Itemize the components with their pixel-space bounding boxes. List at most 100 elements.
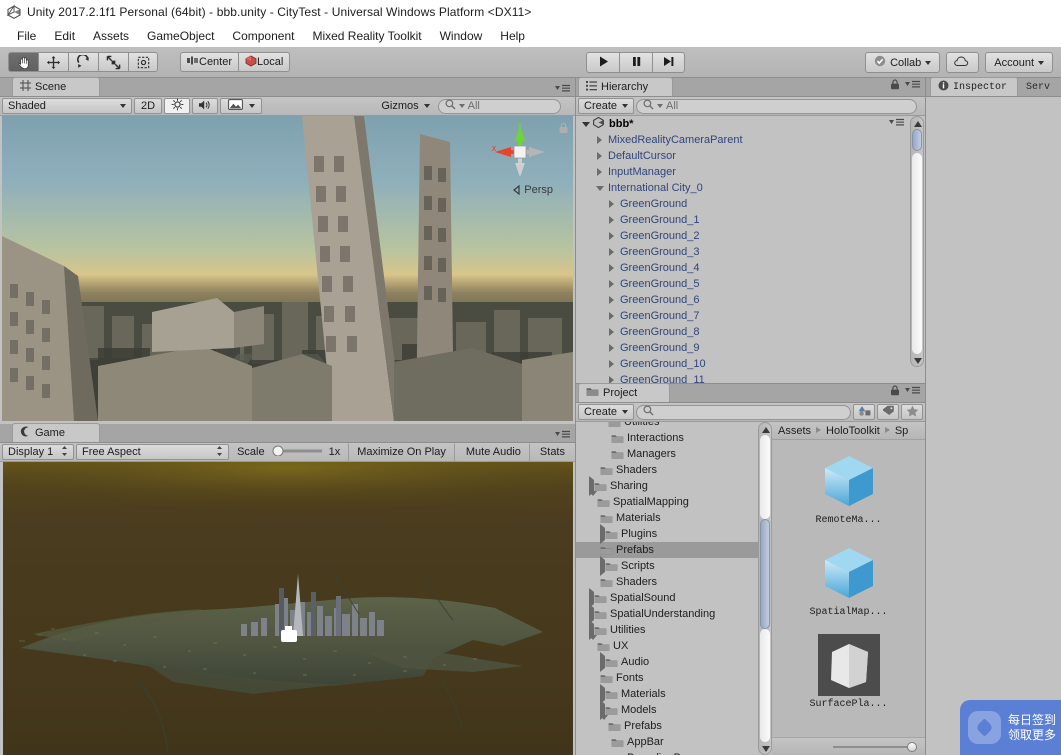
collab-button[interactable]: Collab [865,52,941,73]
lock-icon[interactable] [890,385,900,399]
expand-arrow-down-icon[interactable] [589,635,597,652]
hierarchy-row[interactable]: GreenGround_6 [576,292,925,308]
expand-arrow-right-icon[interactable] [606,200,617,208]
hierarchy-row[interactable]: DefaultCursor [576,148,925,164]
hierarchy-row[interactable]: MixedRealityCameraParent [576,132,925,148]
expand-arrow-right-icon[interactable] [606,344,617,352]
game-aspect-dropdown[interactable]: Free Aspect [76,444,230,460]
project-tree-row[interactable]: Sharing [576,476,758,496]
expand-arrow-down-icon[interactable] [600,715,608,732]
account-button[interactable]: Account [985,52,1053,73]
menu-component[interactable]: Component [223,27,303,45]
hierarchy-scrollbar[interactable] [910,116,924,367]
filter-by-type-button[interactable] [853,404,875,420]
project-tree-row[interactable]: Utilities [576,620,758,640]
game-display-dropdown[interactable]: Display 1 [2,444,75,460]
move-tool-button[interactable] [38,52,68,72]
scale-tool-button[interactable] [98,52,128,72]
hierarchy-row[interactable]: GreenGround_10 [576,356,925,372]
scene-gizmos-dropdown[interactable]: Gizmos [375,98,435,114]
stats-toggle[interactable]: Stats [532,443,573,462]
project-panel-menu[interactable] [905,386,921,398]
game-scale-slider[interactable]: Scale 1x [231,444,346,460]
expand-arrow-right-icon[interactable] [606,312,617,320]
expand-arrow-down-icon[interactable] [594,185,605,191]
rect-transform-tool-button[interactable] [128,52,158,72]
game-panel-menu[interactable] [555,430,571,439]
scene-viewport[interactable]: y x Persp [2,116,573,421]
hierarchy-tree[interactable]: bbb* MixedRealityCameraParent DefaultCurs… [576,116,925,383]
pause-button[interactable] [619,52,652,73]
menu-gameobject[interactable]: GameObject [138,27,223,45]
expand-arrow-right-icon[interactable] [606,360,617,368]
tab-game[interactable]: Game [12,423,100,442]
hierarchy-scene-menu[interactable] [889,118,905,130]
project-tree-row[interactable]: Audio [576,652,758,672]
project-tree-row[interactable]: Managers [576,446,758,462]
tab-scene[interactable]: Scene [12,77,100,96]
project-tree-row[interactable]: SpatialUnderstanding [576,604,758,624]
project-tree-row[interactable]: Scripts [576,556,758,576]
hand-tool-button[interactable] [8,52,38,72]
hierarchy-scroll-track[interactable] [912,153,922,354]
favorites-button[interactable] [901,404,923,420]
project-search-input[interactable] [636,404,851,420]
menu-mixed-reality-toolkit[interactable]: Mixed Reality Toolkit [303,27,430,45]
scroll-up-arrow-icon[interactable] [913,119,923,127]
hierarchy-panel-menu[interactable] [905,80,921,92]
rotate-tool-button[interactable] [68,52,98,72]
expand-arrow-right-icon[interactable] [606,216,617,224]
game-viewport[interactable] [3,462,573,755]
pivot-mode-button[interactable]: Center [180,52,239,72]
hierarchy-row[interactable]: GreenGround_2 [576,228,925,244]
project-tree-row[interactable]: Fonts [576,670,758,686]
expand-arrow-right-icon[interactable] [606,232,617,240]
menu-window[interactable]: Window [431,27,492,45]
expand-arrow-right-icon[interactable] [606,376,617,383]
hierarchy-row[interactable]: GreenGround_3 [576,244,925,260]
hierarchy-row[interactable]: InputManager [576,164,925,180]
scene-audio-toggle[interactable] [192,98,218,114]
expand-arrow-down-icon[interactable] [589,491,597,508]
project-scroll-track-upper[interactable] [760,435,770,519]
scale-slider-track[interactable] [270,445,324,459]
expand-arrow-right-icon[interactable] [606,280,617,288]
project-scroll-track-lower[interactable] [760,629,770,742]
project-tree-row[interactable]: UX [576,635,758,654]
tab-project[interactable]: Project [578,383,670,402]
scroll-up-arrow-icon[interactable] [761,425,771,433]
play-button[interactable] [586,52,619,73]
project-folder-tree[interactable]: Utilities Interactions Managers Shaders Shar… [576,422,758,755]
project-tree-row[interactable]: BoundingBoxes [576,750,758,755]
menu-help[interactable]: Help [491,27,534,45]
project-tree-scrollbar[interactable] [758,422,772,755]
daily-checkin-widget[interactable]: 每日签到 领取更多 [960,700,1061,755]
scene-panel-menu[interactable] [555,84,571,93]
hierarchy-row[interactable]: GreenGround_5 [576,276,925,292]
scene-camera-mode-label[interactable]: Persp [512,184,553,196]
scroll-down-arrow-icon[interactable] [913,356,923,364]
hierarchy-row[interactable]: GreenGround_8 [576,324,925,340]
breadcrumb-spatialmapping[interactable]: Sp [895,425,908,437]
hierarchy-search-input[interactable]: All [636,98,917,114]
hierarchy-create-button[interactable]: Create [578,98,635,114]
project-tree-row[interactable]: AppBar [576,734,758,750]
scene-search-input[interactable]: All [437,98,561,114]
hierarchy-row[interactable]: GreenGround_4 [576,260,925,276]
hierarchy-row[interactable]: GreenGround_9 [576,340,925,356]
scene-2d-toggle[interactable]: 2D [134,98,162,114]
space-mode-button[interactable]: Local [238,52,291,72]
mute-audio-toggle[interactable]: Mute Audio [457,442,530,462]
scene-draw-mode-dropdown[interactable]: Shaded [2,98,132,114]
tab-services[interactable]: Serv [1018,77,1061,96]
project-tree-row[interactable]: SpatialSound [576,588,758,608]
asset-item[interactable]: SurfacePla... [772,634,925,710]
asset-item[interactable]: RemoteMa... [772,450,925,526]
project-scroll-thumb[interactable] [760,519,770,629]
zoom-slider-track[interactable] [833,741,917,752]
project-create-button[interactable]: Create [578,404,635,420]
project-tree-row[interactable]: Prefabs [576,542,758,558]
expand-arrow-down-icon[interactable] [600,422,608,428]
expand-arrow-right-icon[interactable] [606,264,617,272]
asset-item[interactable]: SpatialMap... [772,542,925,618]
